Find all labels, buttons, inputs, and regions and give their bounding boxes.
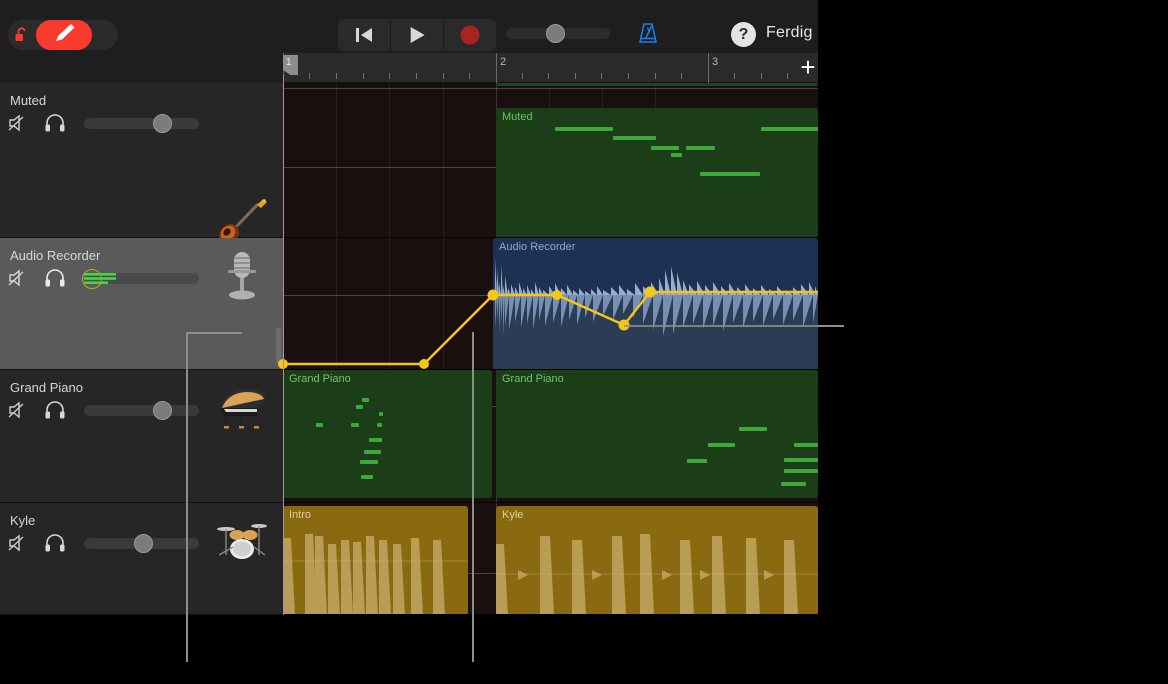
bar-line-2 [496,53,497,83]
playhead-line [283,75,284,615]
track-header-audio-recorder[interactable]: Audio Recorder [0,238,283,583]
region-grand-piano-1[interactable]: Grand Piano [283,370,492,498]
mute-speaker-icon[interactable] [8,113,30,133]
microphone-icon[interactable] [214,248,270,304]
callout-line-vertical-mid [472,332,474,662]
track-lane-grand-piano[interactable]: Grand Piano Grand Piano [283,370,818,503]
headphones-icon[interactable] [44,268,66,288]
track-resize-handle[interactable] [276,328,281,364]
track-volume-slider[interactable] [84,405,199,416]
track-name-label: Audio Recorder [10,248,101,263]
region-audio-recorder[interactable]: Audio Recorder [493,238,818,369]
done-button[interactable]: Ferdig [766,24,813,42]
top-toolbar: ? Ferdig [0,0,818,53]
bar-label-2: 2 [500,56,507,68]
track-name-label: Grand Piano [10,380,83,395]
transport-controls [338,19,496,51]
region-grand-piano-2[interactable]: Grand Piano [496,370,818,498]
add-track-button[interactable]: + [797,54,819,80]
mute-speaker-icon[interactable] [8,533,30,553]
drummer-waveform [496,534,818,614]
track-header-kyle[interactable]: Kyle [0,503,283,615]
bar-line-3 [708,53,709,83]
track-volume-knob[interactable] [153,114,172,133]
play-icon [410,27,425,43]
region-label: Grand Piano [289,373,351,385]
headphones-icon[interactable] [44,113,66,133]
garageband-window: ? Ferdig 1 2 3 + Muted [0,0,1168,684]
audio-waveform [495,258,818,336]
track-lane-audio-recorder[interactable]: Audio Recorder [283,238,818,370]
track-lane-kyle[interactable]: Intro Kyle [283,503,818,615]
automation-level-bars [84,272,116,285]
headphones-icon[interactable] [44,533,66,553]
region-label: Grand Piano [502,373,564,385]
rewind-button[interactable] [338,19,390,51]
track-name-label: Kyle [10,513,36,528]
metronome-icon[interactable] [636,21,660,47]
track-volume-slider[interactable] [84,118,199,129]
region-muted[interactable]: Muted [496,108,818,237]
region-intro[interactable]: Intro [283,506,468,614]
timeline-ruler[interactable]: 1 2 3 [283,53,818,83]
bar-label-3: 3 [712,56,719,68]
track-header-grand-piano[interactable]: Grand Piano [0,370,283,503]
callout-line-vertical-left [186,332,188,662]
callout-line-horizontal-right [818,325,844,327]
region-muted-overflow[interactable] [496,83,818,86]
mute-speaker-icon[interactable] [8,400,30,420]
region-label: Muted [502,111,533,123]
track-volume-knob[interactable] [153,401,172,420]
playhead-bar-number: 1 [286,57,292,68]
mute-speaker-icon[interactable] [8,268,30,288]
track-name-label: Muted [10,93,47,108]
callout-line-horizontal-left [186,332,242,334]
record-icon [460,25,480,45]
ruler-left-spacer [0,53,283,83]
region-kyle[interactable]: Kyle [496,506,818,614]
track-header-muted[interactable]: Muted [0,83,283,297]
drum-kit-icon[interactable] [214,511,270,567]
drummer-waveform [283,534,468,614]
track-lane-muted[interactable]: Muted [283,83,818,238]
master-volume-knob[interactable] [546,24,565,43]
record-button[interactable] [443,19,496,51]
unlock-icon[interactable] [14,27,30,43]
automation-guide-line [624,325,818,327]
play-button[interactable] [390,19,443,51]
track-volume-knob[interactable] [134,534,153,553]
help-icon[interactable]: ? [731,22,756,47]
pencil-edit-button[interactable] [36,20,92,50]
grand-piano-icon[interactable] [214,378,270,434]
headphones-icon[interactable] [44,400,66,420]
